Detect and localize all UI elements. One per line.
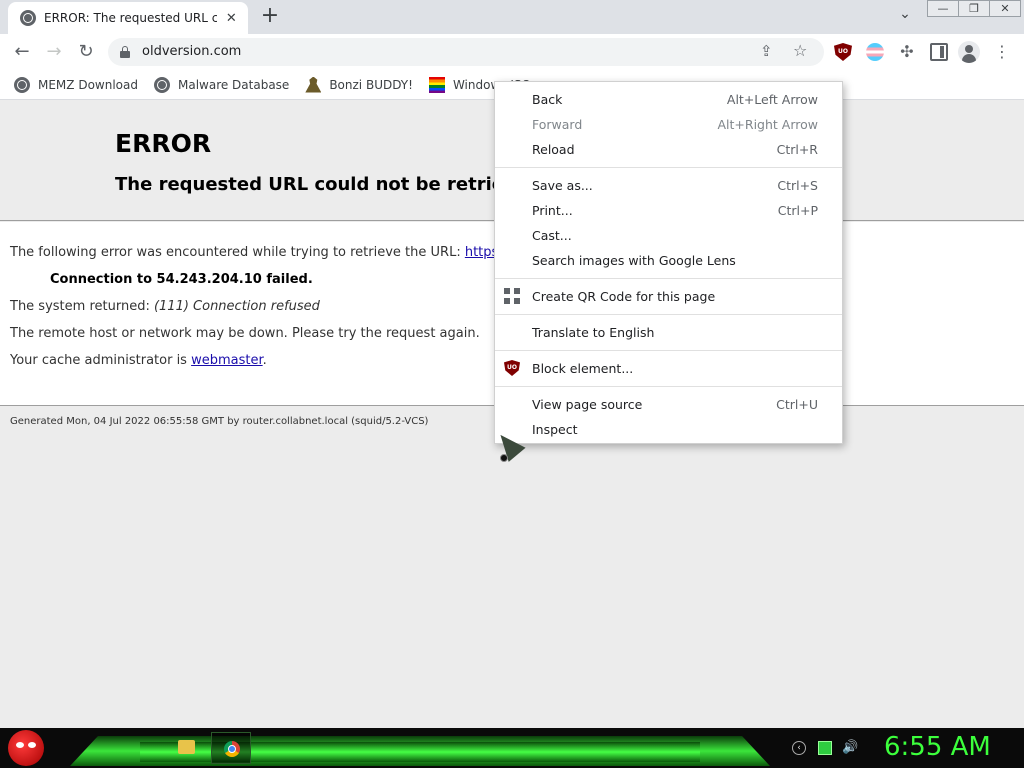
- browser-tab[interactable]: ERROR: The requested URL could not be re…: [8, 2, 248, 34]
- bookmark-label: Bonzi BUDDY!: [329, 77, 413, 92]
- context-menu: Back Alt+Left Arrow Forward Alt+Right Ar…: [494, 81, 843, 444]
- menu-item-view-source[interactable]: View page source Ctrl+U: [495, 392, 842, 417]
- menu-item-shortcut: Ctrl+S: [777, 178, 818, 193]
- tab-strip: ERROR: The requested URL could not be re…: [0, 0, 1024, 34]
- menu-item-google-lens[interactable]: Search images with Google Lens: [495, 248, 842, 273]
- reload-icon[interactable]: ↻: [74, 40, 98, 64]
- address-bar[interactable]: oldversion.com ⇪ ☆: [108, 38, 824, 66]
- menu-item-label: View page source: [532, 397, 643, 412]
- remote-host-text: The remote host or network may be down. …: [10, 326, 480, 341]
- menu-item-label: Inspect: [532, 422, 578, 437]
- menu-separator: [495, 350, 842, 351]
- menu-item-save-as[interactable]: Save as... Ctrl+S: [495, 173, 842, 198]
- volume-icon[interactable]: 🔊: [842, 741, 858, 755]
- webmaster-link[interactable]: webmaster: [191, 353, 263, 368]
- chevron-down-icon[interactable]: ⌄: [894, 6, 916, 28]
- cache-admin-suffix: .: [262, 353, 267, 368]
- chrome-icon: [224, 741, 240, 757]
- menu-item-label: Translate to English: [532, 325, 655, 340]
- restore-button[interactable]: ❐: [958, 0, 990, 17]
- menu-item-cast[interactable]: Cast...: [495, 223, 842, 248]
- cache-admin-line: Your cache administrator is webmaster.: [10, 353, 267, 368]
- menu-item-label: Create QR Code for this page: [532, 289, 716, 304]
- menu-item-reload[interactable]: Reload Ctrl+R: [495, 137, 842, 162]
- menu-item-qr-code[interactable]: Create QR Code for this page: [495, 284, 842, 309]
- extensions-puzzle-icon[interactable]: ✣: [898, 43, 916, 61]
- globe-icon: [153, 76, 170, 93]
- menu-separator: [495, 314, 842, 315]
- globe-icon: [20, 10, 36, 26]
- menu-item-forward[interactable]: Forward Alt+Right Arrow: [495, 112, 842, 137]
- bookmark-malware-database[interactable]: Malware Database: [153, 76, 290, 93]
- menu-item-label: Block element...: [532, 361, 634, 376]
- menu-item-back[interactable]: Back Alt+Left Arrow: [495, 87, 842, 112]
- back-arrow-icon[interactable]: ←: [10, 40, 34, 64]
- menu-item-shortcut: Alt+Left Arrow: [726, 92, 818, 107]
- system-returned-value: (111) Connection refused: [153, 299, 320, 314]
- menu-item-shortcut: Ctrl+U: [776, 397, 818, 412]
- system-returned-label: The system returned:: [10, 299, 154, 314]
- menu-separator: [495, 278, 842, 279]
- menu-item-block-element[interactable]: UO Block element...: [495, 356, 842, 381]
- bookmark-label: Malware Database: [177, 77, 290, 92]
- bonzi-icon: [305, 76, 322, 93]
- qr-code-icon: [504, 288, 520, 304]
- menu-separator: [495, 386, 842, 387]
- menu-separator: [495, 167, 842, 168]
- star-icon[interactable]: ☆: [793, 41, 807, 60]
- error-line-text: The following error was encountered whil…: [10, 245, 465, 260]
- menu-item-label: Search images with Google Lens: [532, 253, 736, 268]
- bookmark-memz[interactable]: MEMZ Download: [14, 76, 138, 93]
- cursor-busy-dot: [500, 454, 508, 462]
- side-panel-icon[interactable]: [930, 43, 948, 61]
- menu-item-label: Print...: [532, 203, 573, 218]
- more-menu-icon[interactable]: ⋮: [994, 41, 1010, 63]
- menu-item-shortcut: Ctrl+P: [777, 203, 818, 218]
- error-line: The following error was encountered whil…: [10, 245, 528, 260]
- tab-title: ERROR: The requested URL could not be re…: [44, 11, 217, 25]
- ublock-origin-icon: UO: [504, 360, 520, 376]
- forward-arrow-icon[interactable]: →: [42, 40, 66, 64]
- rainbow-flag-icon: [428, 76, 445, 93]
- tray-chevron-icon[interactable]: ‹: [792, 741, 806, 755]
- menu-item-translate[interactable]: Translate to English: [495, 320, 842, 345]
- minimize-button[interactable]: —: [927, 0, 959, 17]
- menu-item-label: Save as...: [532, 178, 593, 193]
- taskbar-chrome-button[interactable]: [211, 732, 251, 764]
- ublock-origin-icon[interactable]: UO: [834, 43, 852, 61]
- menu-item-shortcut: Alt+Right Arrow: [717, 117, 819, 132]
- bookmark-label: MEMZ Download: [38, 77, 138, 92]
- lock-icon[interactable]: [120, 46, 130, 58]
- profile-avatar-icon[interactable]: [958, 41, 980, 63]
- page-subtitle: The requested URL could not be retrie: [115, 174, 504, 195]
- share-icon[interactable]: ⇪: [760, 42, 773, 60]
- menu-item-print[interactable]: Print... Ctrl+P: [495, 198, 842, 223]
- url-text[interactable]: oldversion.com: [142, 44, 241, 59]
- close-window-button[interactable]: ✕: [989, 0, 1021, 17]
- menu-item-label: Cast...: [532, 228, 572, 243]
- bookmark-bonzi-buddy[interactable]: Bonzi BUDDY!: [305, 76, 413, 93]
- menu-item-label: Reload: [532, 142, 575, 157]
- window-controls: — ❐ ✕: [927, 0, 1021, 17]
- network-monitor-icon[interactable]: [818, 741, 832, 755]
- generated-footer: Generated Mon, 04 Jul 2022 06:55:58 GMT …: [10, 416, 429, 427]
- new-tab-button[interactable]: +: [258, 5, 282, 29]
- page-title: ERROR: [115, 129, 212, 158]
- browser-toolbar: ← → ↻ oldversion.com ⇪ ☆ UO ✣ ⋮: [0, 34, 1024, 70]
- menu-item-shortcut: Ctrl+R: [776, 142, 818, 157]
- folder-icon[interactable]: [178, 740, 195, 754]
- menu-item-label: Back: [532, 92, 563, 107]
- system-returned-line: The system returned: (111) Connection re…: [10, 299, 320, 314]
- close-tab-icon[interactable]: ✕: [223, 11, 240, 26]
- connection-failed-text: Connection to 54.243.204.10 failed.: [50, 272, 313, 287]
- taskbar-clock[interactable]: 6:55 AM: [884, 732, 991, 762]
- menu-item-label: Forward: [532, 117, 583, 132]
- angry-bird-start-icon[interactable]: [8, 730, 44, 766]
- menu-item-inspect[interactable]: Inspect: [495, 417, 842, 442]
- globe-icon: [14, 76, 30, 93]
- cache-admin-label: Your cache administrator is: [10, 353, 192, 368]
- flag-extension-icon[interactable]: [866, 43, 884, 61]
- taskbar: ‹ 🔊 6:55 AM: [0, 728, 1024, 768]
